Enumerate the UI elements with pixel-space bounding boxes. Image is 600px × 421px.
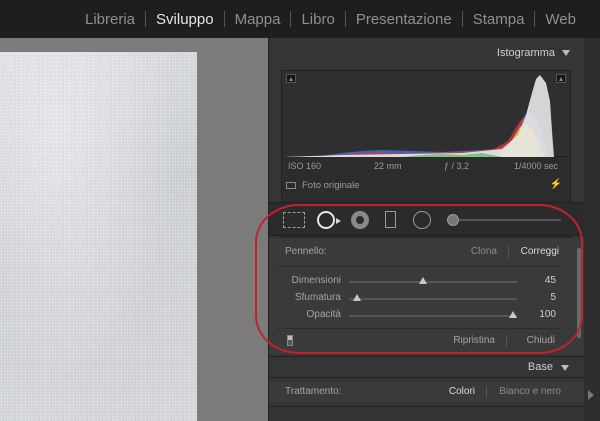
- collapse-triangle-icon[interactable]: [562, 50, 570, 56]
- expand-panel-arrow-icon[interactable]: [588, 390, 594, 400]
- right-panel-edge: [584, 38, 600, 421]
- highlight-ring: [255, 204, 583, 354]
- histogram-title: Istogramma: [496, 47, 555, 59]
- exif-info: ISO 160 22 mm ƒ / 3,2 1/4000 sec: [282, 159, 570, 175]
- photo-preview[interactable]: [0, 52, 197, 421]
- treatment-separator: [486, 386, 487, 398]
- module-web[interactable]: Web: [535, 11, 586, 28]
- histogram-luminance: [282, 75, 554, 157]
- exif-focal-length: 22 mm: [374, 161, 402, 171]
- histogram-graph: [282, 75, 554, 157]
- photo-canvas[interactable]: [0, 38, 268, 421]
- module-list: Libreria Sviluppo Mappa Libro Presentazione S…: [75, 0, 600, 38]
- base-panel-header[interactable]: Base: [269, 356, 585, 378]
- histogram-chart: [282, 71, 570, 157]
- module-libro[interactable]: Libro: [291, 11, 344, 28]
- base-title: Base: [527, 361, 553, 373]
- collapse-triangle-icon[interactable]: [561, 365, 569, 371]
- treatment-bw-button[interactable]: Bianco e nero: [499, 386, 561, 397]
- module-libreria[interactable]: Libreria: [75, 11, 145, 28]
- exif-aperture: ƒ / 3,2: [444, 161, 470, 171]
- treatment-row: Trattamento: Colori Bianco e nero: [269, 382, 585, 402]
- treatment-label: Trattamento:: [285, 386, 342, 397]
- exif-shutter-speed: 1/4000 sec: [514, 161, 559, 171]
- original-photo-row[interactable]: Foto originale ⚡: [282, 179, 570, 195]
- module-presentazione[interactable]: Presentazione: [346, 11, 462, 28]
- module-sviluppo[interactable]: Sviluppo: [146, 11, 224, 28]
- next-panel-strip: [269, 406, 585, 421]
- module-mappa[interactable]: Mappa: [225, 11, 291, 28]
- original-photo-icon[interactable]: [286, 182, 296, 189]
- exif-iso: ISO 160: [288, 161, 322, 171]
- treatment-color-button[interactable]: Colori: [449, 386, 475, 397]
- histogram-header[interactable]: Istogramma: [497, 47, 570, 59]
- highlight-clipping-icon[interactable]: [556, 74, 566, 83]
- original-photo-label: Foto originale: [302, 180, 360, 191]
- module-picker-bar: Libreria Sviluppo Mappa Libro Presentazione S…: [0, 0, 600, 38]
- shadow-clipping-icon[interactable]: [286, 74, 296, 83]
- module-stampa[interactable]: Stampa: [463, 11, 535, 28]
- right-panel: Istogramma ISO 160 22 mm ƒ / 3,2 1/4000 …: [255, 38, 585, 421]
- smart-preview-bolt-icon[interactable]: ⚡: [550, 179, 562, 190]
